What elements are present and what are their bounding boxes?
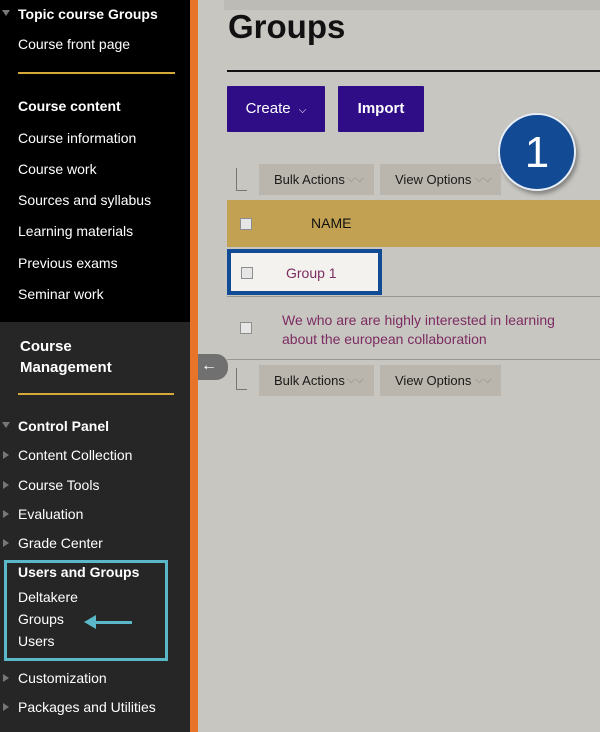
double-chevron-icon: ⌵⌵ <box>347 374 364 386</box>
sidebar-item-evaluation[interactable]: Evaluation <box>18 506 83 522</box>
step-number-badge: 1 <box>498 113 576 191</box>
double-chevron-icon: ⌵⌵ <box>347 173 364 185</box>
pointer-arrow-shaft <box>94 621 132 624</box>
sidebar-item-previous-exams[interactable]: Previous exams <box>18 255 118 271</box>
sidebar-item-content-collection[interactable]: Content Collection <box>18 447 132 463</box>
collapse-menu-tab[interactable]: ← <box>198 354 228 380</box>
title-rule <box>227 70 600 72</box>
bulk-actions-button-bottom[interactable]: Bulk Actions ⌵⌵ <box>259 365 374 396</box>
sidebar-item-course-information[interactable]: Course information <box>18 130 136 146</box>
view-options-button-bottom[interactable]: View Options ⌵⌵ <box>380 365 501 396</box>
create-label: Create <box>245 100 291 117</box>
sidebar-item-learning-materials[interactable]: Learning materials <box>18 223 133 239</box>
row-checkbox[interactable] <box>241 267 253 279</box>
collapsed-triangle-icon[interactable] <box>3 703 9 711</box>
sidebar-item-seminar-work[interactable]: Seminar work <box>18 286 104 302</box>
bulk-actions-button-top[interactable]: Bulk Actions ⌵⌵ <box>259 164 374 195</box>
collapsed-triangle-icon[interactable] <box>3 451 9 459</box>
chevron-down-icon: ⌵ <box>298 105 307 116</box>
sidebar-item-course-work[interactable]: Course work <box>18 161 97 177</box>
collapse-triangle-icon[interactable] <box>2 10 10 16</box>
users-groups-highlight-box <box>4 560 168 661</box>
sidebar-heading-course-content: Course content <box>18 98 121 114</box>
divider <box>18 393 174 395</box>
create-button[interactable]: Create ⌵ <box>227 86 325 132</box>
bulk-actions-label: Bulk Actions <box>274 373 345 388</box>
view-options-label: View Options <box>395 172 472 187</box>
bulk-actions-label: Bulk Actions <box>274 172 345 187</box>
row-divider <box>227 359 600 360</box>
page-title: Groups <box>228 8 346 45</box>
row-divider <box>227 296 600 297</box>
view-options-label: View Options <box>395 373 472 388</box>
management-title-line2: Management <box>20 359 112 376</box>
sidebar-item-grade-center[interactable]: Grade Center <box>18 535 103 551</box>
collapsed-triangle-icon[interactable] <box>3 539 9 547</box>
collapsed-triangle-icon[interactable] <box>3 481 9 489</box>
sidebar-item-front-page[interactable]: Course front page <box>18 36 130 52</box>
management-title-line1: Course <box>20 338 72 355</box>
double-chevron-icon: ⌵⌵ <box>475 173 492 185</box>
double-chevron-icon: ⌵⌵ <box>475 374 492 386</box>
sidebar-item-packages-utilities[interactable]: Packages and Utilities <box>18 699 156 715</box>
group-link[interactable]: We who are are highly interested in lear… <box>282 311 582 349</box>
sidebar: Topic course Groups Course front page Co… <box>0 0 190 732</box>
collapsed-triangle-icon[interactable] <box>3 674 9 682</box>
connector-arrow-icon <box>236 368 247 390</box>
group-link[interactable]: Group 1 <box>286 265 337 281</box>
sidebar-control-panel[interactable]: Control Panel <box>18 418 109 434</box>
arrow-left-icon: ← <box>201 357 217 374</box>
sidebar-item-course-tools[interactable]: Course Tools <box>18 477 99 493</box>
sidebar-edge <box>190 0 198 732</box>
sidebar-item-customization[interactable]: Customization <box>18 670 107 686</box>
sidebar-item-sources-syllabus[interactable]: Sources and syllabus <box>18 192 151 208</box>
select-all-checkbox[interactable] <box>240 218 252 230</box>
course-menu: Topic course Groups Course front page Co… <box>0 0 190 322</box>
course-management-panel: Course Management Control Panel Content … <box>0 322 190 732</box>
table-header: NAME <box>227 200 600 247</box>
row-checkbox[interactable] <box>240 322 252 334</box>
view-options-button-top[interactable]: View Options ⌵⌵ <box>380 164 501 195</box>
expanded-triangle-icon[interactable] <box>2 422 10 428</box>
connector-arrow-icon <box>236 168 247 191</box>
column-header-name[interactable]: NAME <box>311 215 351 231</box>
divider <box>18 72 175 74</box>
table-row-highlighted: Group 1 <box>227 249 382 295</box>
sidebar-course-title[interactable]: Topic course Groups <box>18 6 158 22</box>
import-button[interactable]: Import <box>338 86 424 132</box>
main-content: Groups Create ⌵ Import 1 Bulk Actions ⌵⌵… <box>198 0 600 732</box>
collapsed-triangle-icon[interactable] <box>3 510 9 518</box>
